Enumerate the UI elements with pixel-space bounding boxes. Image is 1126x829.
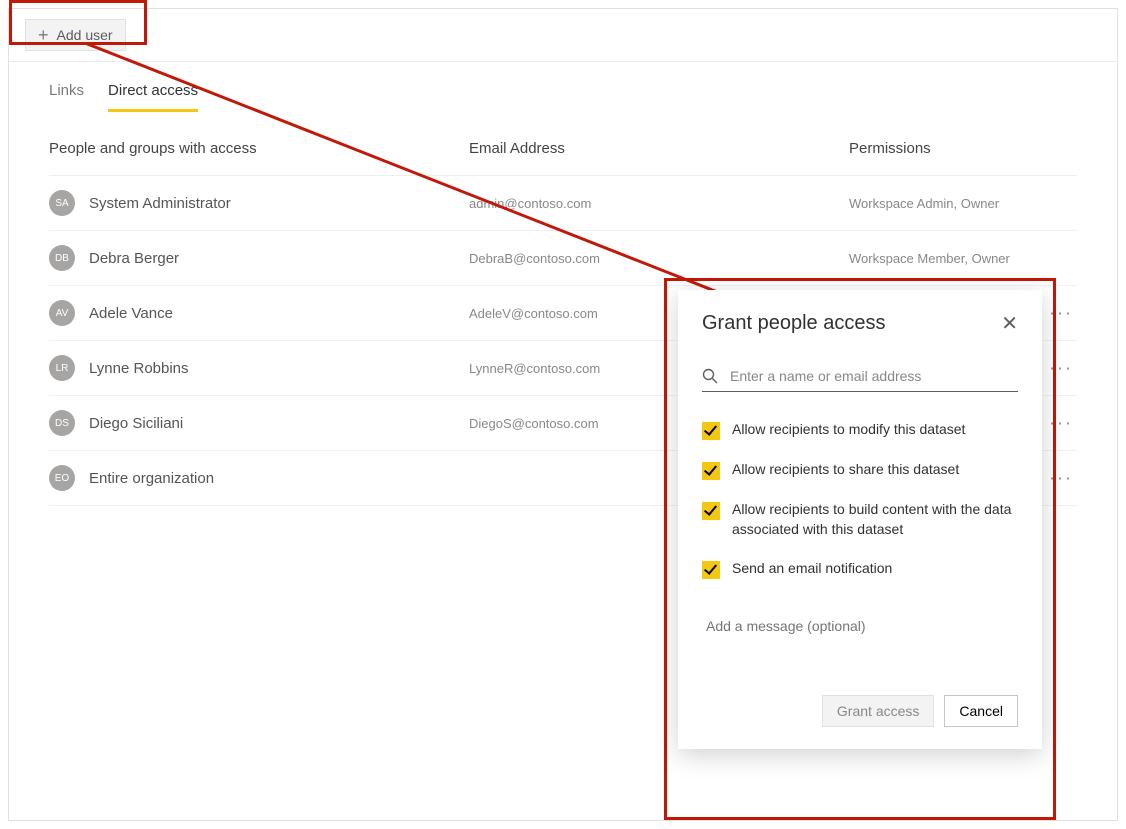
grant-access-button[interactable]: Grant access xyxy=(822,695,934,727)
checkbox-allow-modify[interactable] xyxy=(702,422,720,440)
row-name: System Administrator xyxy=(89,195,231,212)
row-name: Entire organization xyxy=(89,470,214,487)
dialog-title: Grant people access xyxy=(702,312,885,335)
row-more-button[interactable]: ··· xyxy=(1049,358,1073,379)
row-email: admin@contoso.com xyxy=(469,196,849,211)
search-icon xyxy=(702,368,718,384)
row-more-button[interactable]: ··· xyxy=(1049,303,1073,324)
avatar: DB xyxy=(49,245,75,271)
tabs: Links Direct access xyxy=(9,62,1117,112)
plus-icon: + xyxy=(38,26,49,44)
tab-links[interactable]: Links xyxy=(49,74,84,112)
avatar: SA xyxy=(49,190,75,216)
checkbox-allow-modify-label: Allow recipients to modify this dataset xyxy=(732,420,965,440)
avatar: DS xyxy=(49,410,75,436)
message-input[interactable] xyxy=(704,617,1020,635)
add-user-label: Add user xyxy=(57,27,113,43)
row-email: DebraB@contoso.com xyxy=(469,251,849,266)
checkbox-send-email[interactable] xyxy=(702,561,720,579)
avatar: Eo xyxy=(49,465,75,491)
column-header-permissions: Permissions xyxy=(849,140,1077,157)
row-permissions: Workspace Member, Owner xyxy=(849,251,1077,266)
table-row: DB Debra Berger DebraB@contoso.com Works… xyxy=(49,231,1077,286)
row-name: Debra Berger xyxy=(89,250,179,267)
row-name: Diego Siciliani xyxy=(89,415,183,432)
checkbox-allow-build[interactable] xyxy=(702,502,720,520)
avatar: AV xyxy=(49,300,75,326)
recipient-search-input[interactable] xyxy=(728,367,1018,385)
recipient-search-field[interactable] xyxy=(702,363,1018,392)
tab-direct-access[interactable]: Direct access xyxy=(108,74,198,112)
checkbox-send-email-label: Send an email notification xyxy=(732,559,892,579)
row-permissions: Workspace Admin, Owner xyxy=(849,196,1077,211)
checkbox-allow-share-label: Allow recipients to share this dataset xyxy=(732,460,959,480)
column-header-people: People and groups with access xyxy=(49,140,469,157)
cancel-button[interactable]: Cancel xyxy=(944,695,1018,727)
grant-access-dialog: Grant people access ✕ Allow recipients t… xyxy=(678,290,1042,749)
row-name: Adele Vance xyxy=(89,305,173,322)
toolbar: + Add user xyxy=(9,9,1117,62)
row-more-button[interactable]: ··· xyxy=(1049,413,1073,434)
checkbox-allow-share[interactable] xyxy=(702,462,720,480)
close-icon[interactable]: ✕ xyxy=(1001,314,1018,334)
column-header-email: Email Address xyxy=(469,140,849,157)
column-headers: People and groups with access Email Addr… xyxy=(49,140,1077,176)
table-row: SA System Administrator admin@contoso.co… xyxy=(49,176,1077,231)
row-more-button[interactable]: ··· xyxy=(1049,468,1073,489)
checkbox-allow-build-label: Allow recipients to build content with t… xyxy=(732,500,1018,539)
add-user-button[interactable]: + Add user xyxy=(25,19,126,51)
avatar: LR xyxy=(49,355,75,381)
row-name: Lynne Robbins xyxy=(89,360,189,377)
